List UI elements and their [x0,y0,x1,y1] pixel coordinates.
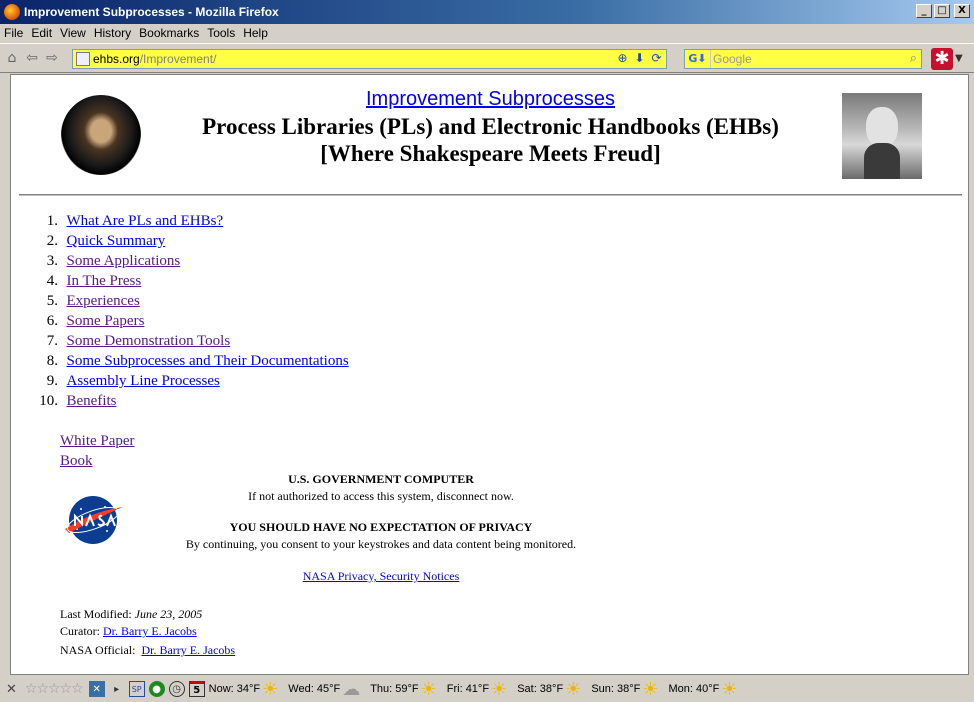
home-icon[interactable]: ⌂ [4,50,20,66]
sun-cloud-icon: ☀ [420,678,437,700]
status-arrow-icon[interactable]: ▸ [109,681,125,697]
book-link[interactable]: Book [60,451,135,471]
menu-edit[interactable]: Edit [31,26,52,40]
search-bar: G⬇ ⌕ [684,49,922,69]
table-of-contents: 1. What Are PLs and EHBs? 2. Quick Summa… [25,211,349,411]
weather-now[interactable]: Now: 34°F ☀ [209,679,279,700]
menu-tools[interactable]: Tools [207,26,235,40]
toc-item: 4. In The Press [46,271,142,291]
toc-link[interactable]: What Are PLs and EHBs? [67,211,224,231]
toc-link[interactable]: Experiences [67,291,140,311]
weather-mon[interactable]: Mon: 40°F ☀ [669,679,738,700]
sun-cloud-icon: ☀ [642,678,659,700]
privacy-link-wrapper: NASA Privacy, Security Notices [11,569,751,584]
toc-link[interactable]: Quick Summary [67,231,166,251]
menu-history[interactable]: History [94,26,131,40]
privacy-heading: YOU SHOULD HAVE NO EXPECTATION OF PRIVAC… [229,520,533,534]
dropdown-arrow-icon[interactable]: ⬇ [632,51,647,66]
toc-link[interactable]: Assembly Line Processes [67,371,220,391]
sun-cloud-icon: ☀ [491,678,508,700]
menu-bookmarks[interactable]: Bookmarks [139,26,199,40]
sun-cloud-icon: ☀ [565,678,582,700]
cloud-icon: ☁ [342,678,361,700]
back-arrow-icon[interactable]: ⇦ [24,50,40,66]
search-go-icon[interactable]: ⌕ [910,51,917,66]
toc-item: 6. Some Papers [46,311,145,331]
sun-cloud-icon: ☀ [262,678,279,700]
weather-sun[interactable]: Sun: 38°F ☀ [591,679,658,700]
gov-computer-heading: U.S. GOVERNMENT COMPUTER [288,472,474,486]
nasa-official: NASA Official: Dr. Barry E. Jacobs [60,643,235,658]
toc-item: 5. Experiences [46,291,140,311]
menu-help[interactable]: Help [243,26,268,40]
url-path: /Improvement/ [139,52,217,66]
nasa-official-link[interactable]: Dr. Barry E. Jacobs [141,643,235,657]
toc-link[interactable]: Benefits [67,391,117,411]
rating-stars-icon[interactable]: ☆☆☆☆☆ [25,681,84,697]
toc-link[interactable]: In The Press [67,271,142,291]
sun-cloud-icon: ☀ [721,678,738,700]
url-bar[interactable]: ehbs.org/Improvement/ ⊕ ⬇ ⟳ [72,49,667,69]
search-input[interactable] [711,51,891,67]
last-modified-label: Last Modified: [60,607,132,621]
page-content[interactable]: Improvement Subprocesses Process Librari… [10,74,969,675]
toc-item: 8. Some Subprocesses and Their Documenta… [46,351,349,371]
menu-view[interactable]: View [60,26,86,40]
weather-thu[interactable]: Thu: 59°F ☀ [370,679,437,700]
page-subtitle: [Where Shakespeare Meets Freud] [320,141,661,166]
toc-item: 9. Assembly Line Processes [46,371,220,391]
toc-item: 2. Quick Summary [46,231,166,251]
nasa-official-label: NASA Official: [60,643,136,657]
page-title: Process Libraries (PLs) and Electronic H… [202,114,779,139]
clock-icon[interactable]: ◷ [168,681,185,697]
page-favicon-icon [76,52,90,66]
maximize-button[interactable]: □ [934,4,950,18]
status-bar: ✕ ☆☆☆☆☆ ✕ ▸ SP ● ◷ 5 Now: 34°F ☀ Wed: 45°… [0,676,974,702]
navigation-toolbar: ⌂ ⇦ ⇨ ehbs.org/Improvement/ ⊕ ⬇ ⟳ G⬇ ⌕ ✱… [0,43,974,73]
privacy-text: By continuing, you consent to your keyst… [185,537,577,551]
nasa-privacy-link[interactable]: NASA Privacy, Security Notices [303,569,460,583]
url-host: ehbs.org [93,52,140,66]
extension-dropdown-icon[interactable]: ▼ [955,53,963,64]
toggle-icon[interactable]: ✕ [88,681,105,697]
curator: Curator: Dr. Barry E. Jacobs [60,624,197,639]
toc-link[interactable]: Some Papers [67,311,145,331]
feed-icon[interactable]: ⊕ [615,51,630,66]
close-sidebar-icon[interactable]: ✕ [6,682,17,697]
reload-icon[interactable]: ⟳ [649,51,664,66]
toc-link[interactable]: Some Subprocesses and Their Documentatio… [67,351,349,371]
google-engine-icon[interactable]: G⬇ [685,50,711,68]
window-title: Improvement Subprocesses - Mozilla Firef… [24,5,279,19]
extra-links: White Paper Book [60,431,135,471]
toc-item: 1. What Are PLs and EHBs? [46,211,224,231]
menu-file[interactable]: File [4,26,23,40]
last-modified-date: June 23, 2005 [134,607,203,621]
weather-fri[interactable]: Fri: 41°F ☀ [447,679,507,700]
weather-sat[interactable]: Sat: 38°F ☀ [517,679,581,700]
menu-bar: File Edit View History Bookmarks Tools H… [0,24,974,42]
horizontal-rule [19,194,962,196]
weather-wed[interactable]: Wed: 45°F ☁ [288,679,360,700]
toc-item: 3. Some Applications [46,251,181,271]
toc-item: 10. Benefits [39,391,117,411]
forward-arrow-icon[interactable]: ⇨ [44,50,60,66]
extension-asterisk-icon[interactable]: ✱ [931,48,953,70]
white-paper-link[interactable]: White Paper [60,431,135,451]
calendar-icon[interactable]: 5 [188,681,205,697]
toc-link[interactable]: Some Applications [67,251,181,271]
sp-icon[interactable]: SP [128,681,145,697]
toc-item: 7. Some Demonstration Tools [46,331,231,351]
toc-link[interactable]: Some Demonstration Tools [67,331,231,351]
globe-icon[interactable]: ● [148,681,165,697]
window-title-bar: Improvement Subprocesses - Mozilla Firef… [0,0,974,24]
curator-label: Curator: [60,624,100,638]
last-modified: Last Modified: June 23, 2005 [60,607,202,622]
minimize-button[interactable]: _ [916,4,932,18]
curator-link[interactable]: Dr. Barry E. Jacobs [103,624,197,638]
header-link[interactable]: Improvement Subprocesses [11,88,968,111]
firefox-icon [4,4,20,20]
close-button[interactable]: X [954,4,970,18]
